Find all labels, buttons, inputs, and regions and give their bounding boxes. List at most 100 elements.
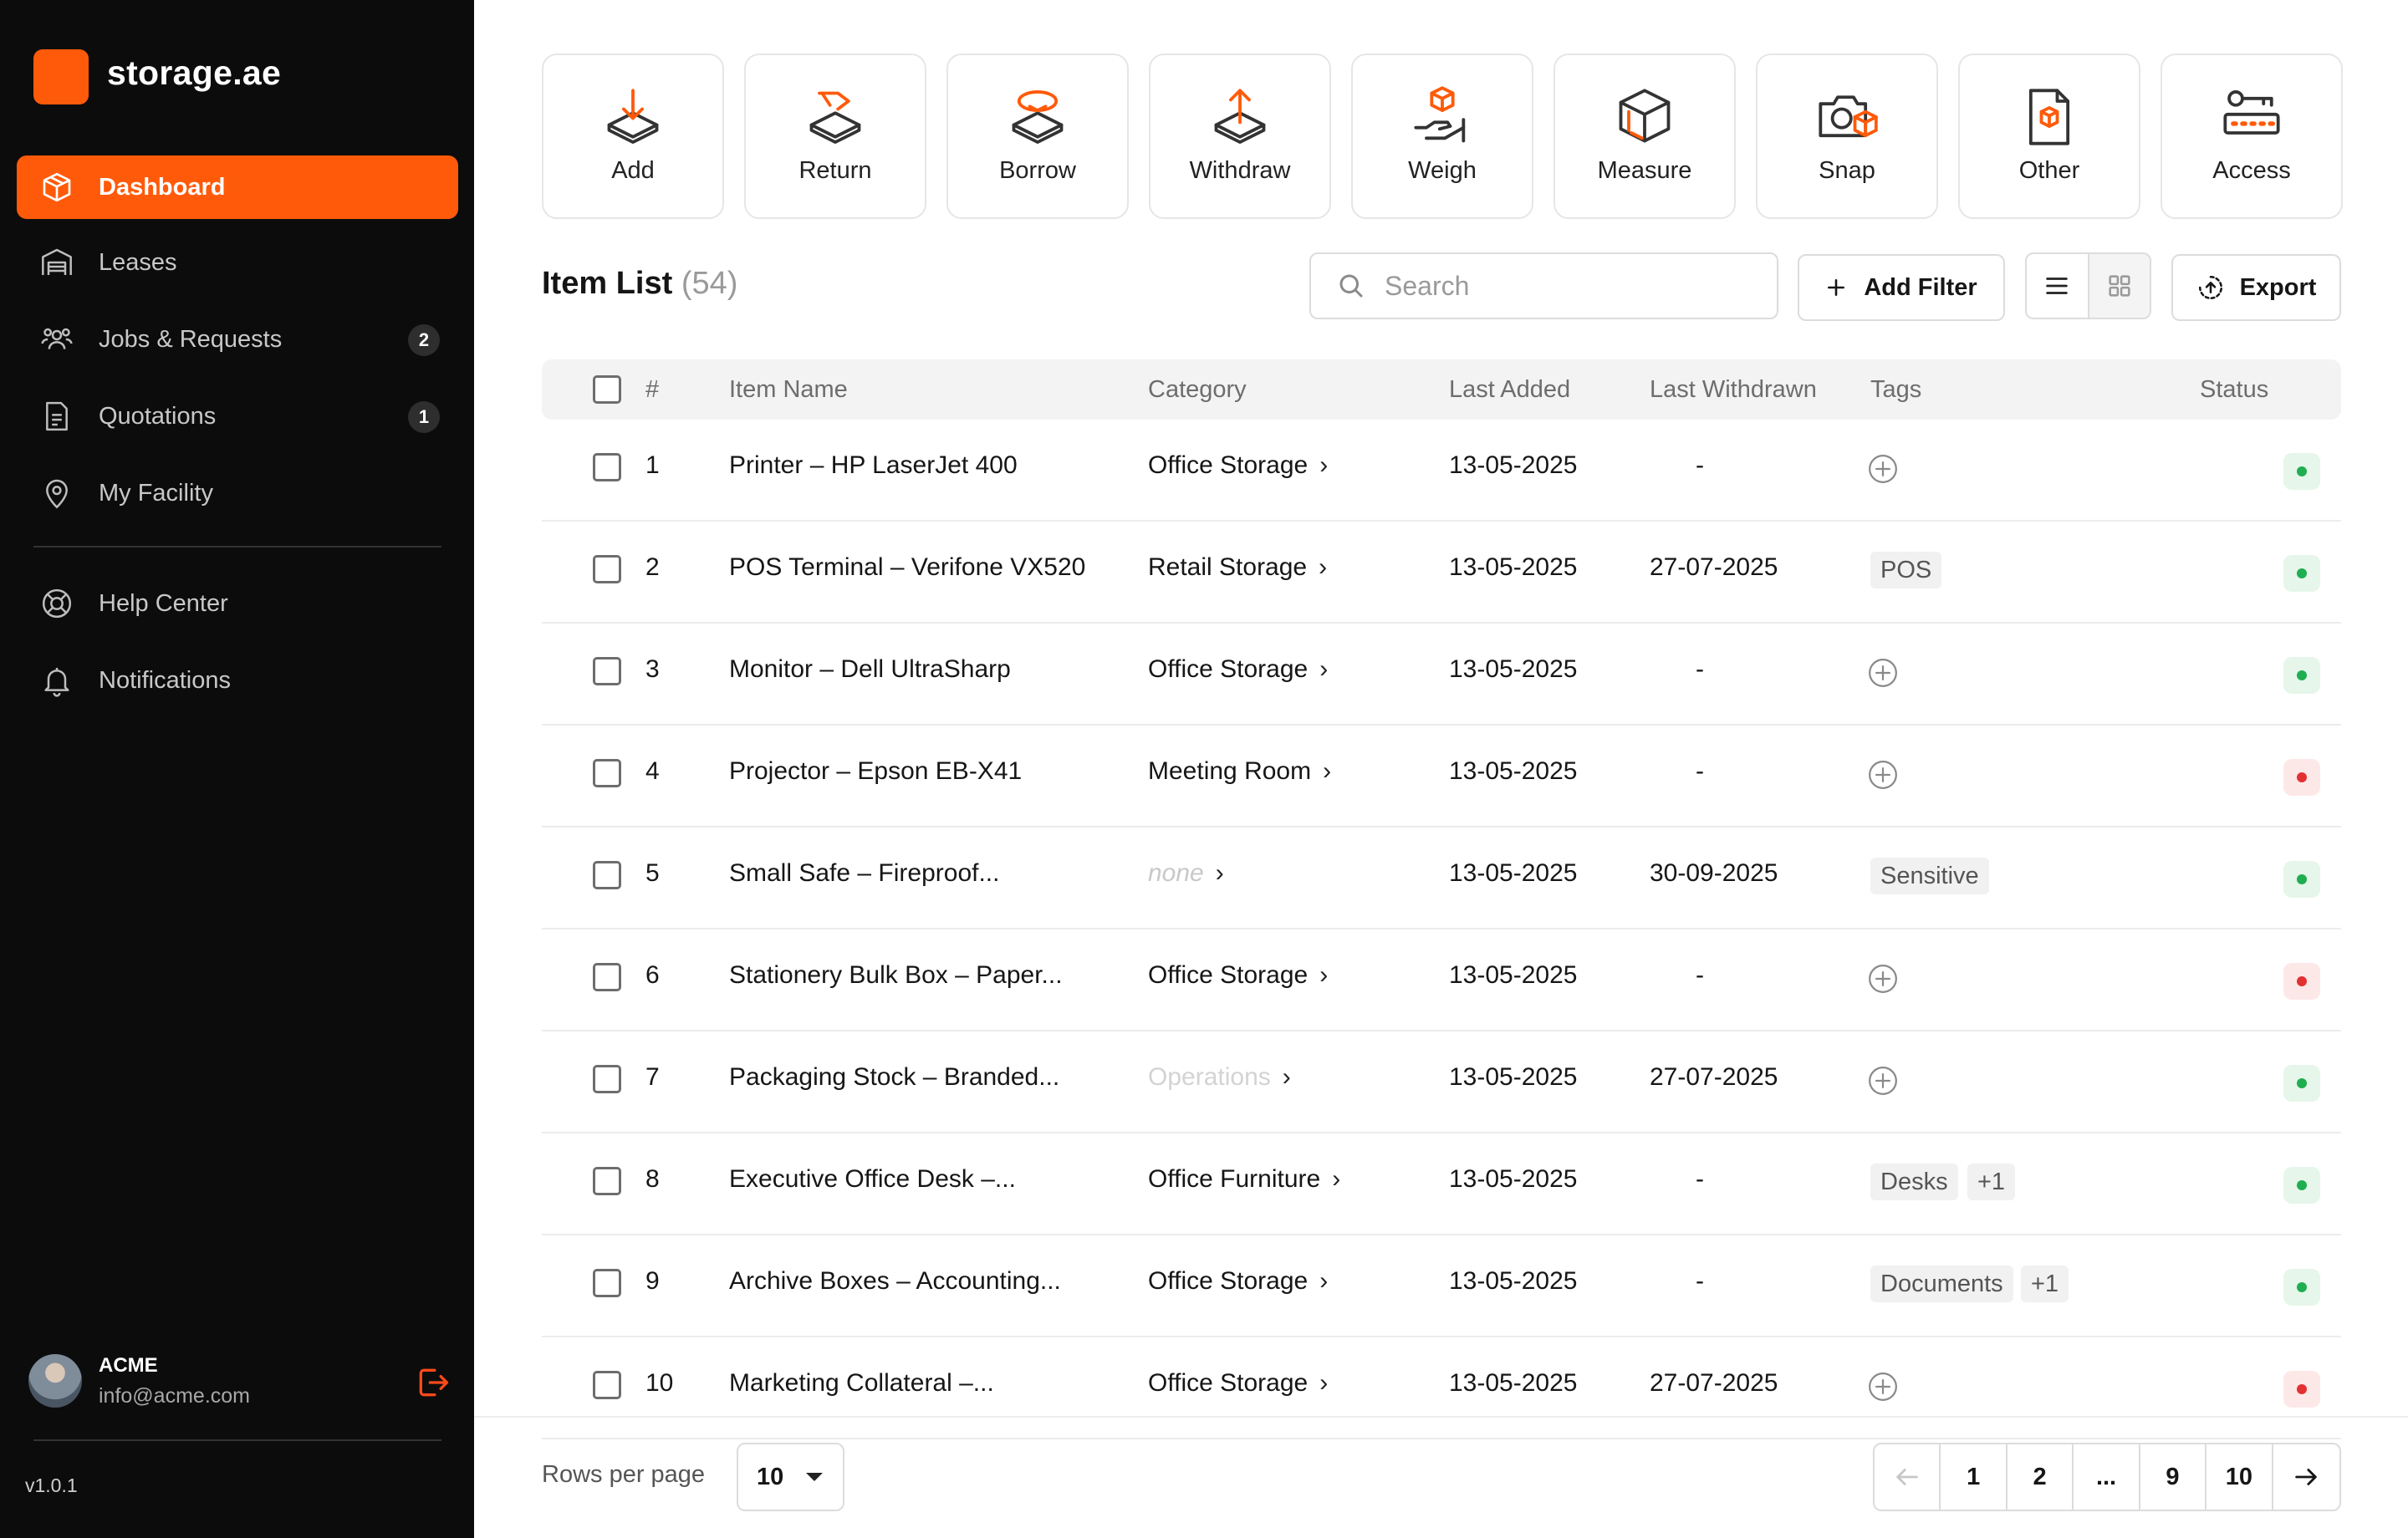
- sidebar: storage.ae Dashboard Leases Jobs & Reque…: [0, 0, 474, 1538]
- table-row[interactable]: 2 POS Terminal – Verifone VX520 Retail Sto…: [542, 522, 2341, 624]
- tag-chip[interactable]: Desks: [1870, 1164, 1958, 1200]
- item-name[interactable]: Small Safe – Fireproof...: [729, 859, 999, 888]
- grid-view-button[interactable]: [2089, 254, 2150, 318]
- withdraw-action-button[interactable]: Withdraw: [1149, 53, 1331, 219]
- table-header: # Item Name Category Last Added Last Wit…: [542, 359, 2341, 420]
- weigh-action-button[interactable]: Weigh: [1351, 53, 1533, 219]
- add-tag-icon[interactable]: [1867, 453, 1899, 485]
- access-action-button[interactable]: Access: [2161, 53, 2343, 219]
- add-tag-icon[interactable]: [1867, 759, 1899, 791]
- item-name[interactable]: Packaging Stock – Branded...: [729, 1063, 1059, 1092]
- sidebar-item-my-facility[interactable]: My Facility: [17, 461, 458, 525]
- category-link[interactable]: Office Furniture ›: [1148, 1165, 1340, 1194]
- measure-icon: [1619, 89, 1671, 143]
- item-name[interactable]: Archive Boxes – Accounting...: [729, 1267, 1061, 1296]
- table-row[interactable]: 4 Projector – Epson EB-X41 Meeting Room › 13…: [542, 726, 2341, 828]
- return-action-button[interactable]: Return: [744, 53, 926, 219]
- measure-action-button[interactable]: Measure: [1553, 53, 1736, 219]
- add-tag-icon[interactable]: [1867, 1065, 1899, 1097]
- other-action-button[interactable]: Other: [1958, 53, 2140, 219]
- previous-page-button[interactable]: [1875, 1444, 1941, 1510]
- tag-chip[interactable]: +1: [1967, 1164, 2016, 1200]
- column-header-last-added[interactable]: Last Added: [1449, 376, 1570, 404]
- add-tag-icon[interactable]: [1867, 1371, 1899, 1403]
- category-link[interactable]: Office Storage ›: [1148, 451, 1328, 480]
- action-label: Add: [611, 157, 655, 184]
- table-row[interactable]: 1 Printer – HP LaserJet 400 Office Storage…: [542, 420, 2341, 522]
- table-row[interactable]: 8 Executive Office Desk –... Office Furnit…: [542, 1133, 2341, 1235]
- item-name[interactable]: Stationery Bulk Box – Paper...: [729, 961, 1063, 990]
- category-link[interactable]: Retail Storage ›: [1148, 553, 1327, 582]
- sidebar-item-leases[interactable]: Leases: [17, 231, 458, 294]
- search-icon: [1339, 274, 1363, 298]
- arrow-right-icon: [2295, 1469, 2318, 1485]
- logout-icon[interactable]: [415, 1364, 452, 1401]
- item-name[interactable]: Marketing Collateral –...: [729, 1369, 994, 1398]
- add-action-button[interactable]: Add: [542, 53, 724, 219]
- row-checkbox[interactable]: [593, 1269, 621, 1297]
- category-link[interactable]: Office Storage ›: [1148, 1267, 1328, 1296]
- tag-chip[interactable]: Sensitive: [1870, 858, 1989, 894]
- category-label: Meeting Room: [1148, 757, 1312, 785]
- people-icon: [38, 321, 75, 358]
- page-button[interactable]: 1: [1941, 1444, 2008, 1510]
- tag-chip[interactable]: POS: [1870, 552, 1942, 588]
- table-row[interactable]: 10 Marketing Collateral –... Office Storag…: [542, 1337, 2341, 1439]
- sidebar-item-jobs-requests[interactable]: Jobs & Requests 2: [17, 308, 458, 371]
- key-icon: [2223, 90, 2280, 135]
- table-row[interactable]: 6 Stationery Bulk Box – Paper... Office St…: [542, 929, 2341, 1031]
- category-link[interactable]: Office Storage ›: [1148, 655, 1328, 684]
- sidebar-item-dashboard[interactable]: Dashboard: [17, 155, 458, 219]
- item-name[interactable]: Projector – Epson EB-X41: [729, 757, 1022, 786]
- search-field[interactable]: [1309, 252, 1778, 319]
- row-checkbox[interactable]: [593, 1065, 621, 1093]
- add-tag-icon[interactable]: [1867, 963, 1899, 995]
- category-label: Office Storage: [1148, 961, 1309, 989]
- return-icon: [809, 91, 861, 144]
- item-name[interactable]: Executive Office Desk –...: [729, 1165, 1016, 1194]
- tag-chip[interactable]: Documents: [1870, 1266, 2013, 1302]
- category-link[interactable]: Office Storage ›: [1148, 1369, 1328, 1398]
- row-checkbox[interactable]: [593, 1167, 621, 1195]
- export-button[interactable]: Export: [2171, 254, 2341, 321]
- search-input[interactable]: [1385, 270, 1752, 302]
- row-checkbox[interactable]: [593, 555, 621, 583]
- column-header-last-withdrawn[interactable]: Last Withdrawn: [1650, 376, 1817, 404]
- list-view-button[interactable]: [2027, 254, 2089, 318]
- item-name[interactable]: POS Terminal – Verifone VX520: [729, 553, 1085, 582]
- category-link[interactable]: Office Storage ›: [1148, 961, 1328, 990]
- page-button[interactable]: 10: [2206, 1444, 2273, 1510]
- row-checkbox[interactable]: [593, 1371, 621, 1399]
- page-button[interactable]: 9: [2140, 1444, 2207, 1510]
- sidebar-item-help-center[interactable]: Help Center: [17, 572, 458, 635]
- page-button[interactable]: 2: [2008, 1444, 2074, 1510]
- category-link[interactable]: Meeting Room ›: [1148, 757, 1331, 786]
- row-checkbox[interactable]: [593, 453, 621, 481]
- next-page-button[interactable]: [2273, 1444, 2339, 1510]
- sidebar-item-quotations[interactable]: Quotations 1: [17, 384, 458, 448]
- row-checkbox[interactable]: [593, 963, 621, 991]
- row-checkbox[interactable]: [593, 759, 621, 787]
- add-tag-icon[interactable]: [1867, 657, 1899, 689]
- row-checkbox[interactable]: [593, 657, 621, 685]
- table-row[interactable]: 3 Monitor – Dell UltraSharp Office Storage…: [542, 624, 2341, 726]
- snap-action-button[interactable]: Snap: [1756, 53, 1938, 219]
- tag-chip[interactable]: +1: [2021, 1266, 2069, 1302]
- sidebar-item-notifications[interactable]: Notifications: [17, 649, 458, 712]
- table-row[interactable]: 9 Archive Boxes – Accounting... Office Sto…: [542, 1235, 2341, 1337]
- item-name[interactable]: Monitor – Dell UltraSharp: [729, 655, 1011, 684]
- column-header-category[interactable]: Category: [1148, 376, 1247, 404]
- table-row[interactable]: 7 Packaging Stock – Branded... Operations ›…: [542, 1031, 2341, 1133]
- item-name[interactable]: Printer – HP LaserJet 400: [729, 451, 1018, 480]
- borrow-action-button[interactable]: Borrow: [946, 53, 1129, 219]
- rows-per-page-select[interactable]: 10: [737, 1443, 844, 1511]
- category-link[interactable]: Operations ›: [1148, 1063, 1291, 1092]
- category-link[interactable]: none ›: [1148, 859, 1224, 888]
- select-all-checkbox[interactable]: [593, 375, 621, 404]
- column-header-status[interactable]: Status: [2200, 376, 2268, 404]
- table-row[interactable]: 5 Small Safe – Fireproof... none › 13-05-202…: [542, 828, 2341, 929]
- row-checkbox[interactable]: [593, 861, 621, 889]
- column-header-item-name[interactable]: Item Name: [729, 376, 848, 404]
- avatar[interactable]: [28, 1354, 82, 1408]
- add-filter-button[interactable]: Add Filter: [1798, 254, 2005, 321]
